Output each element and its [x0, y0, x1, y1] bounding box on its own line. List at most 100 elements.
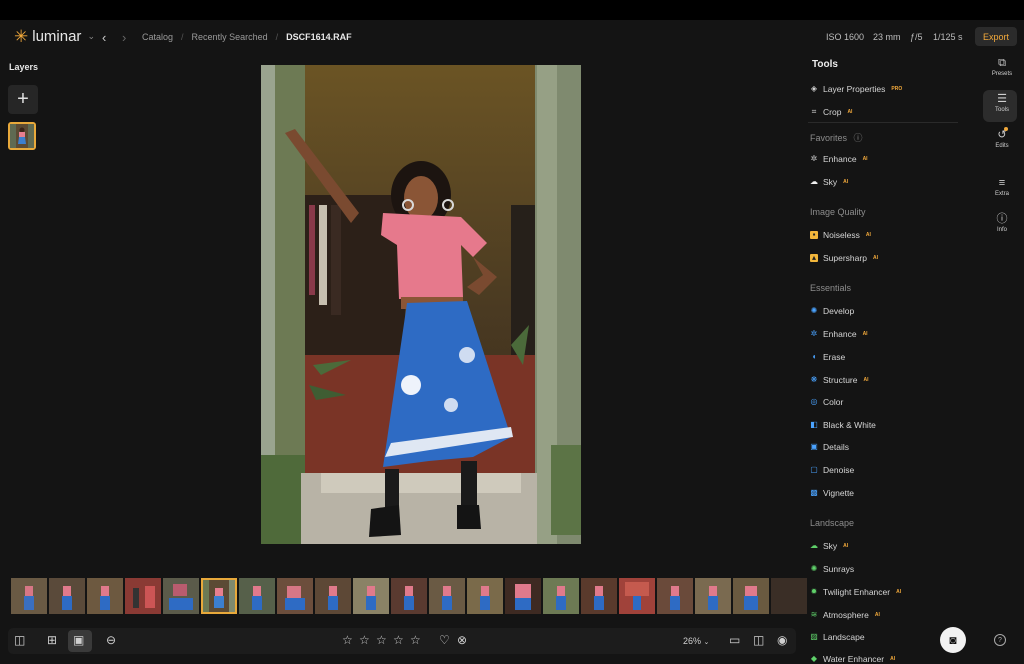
film-thumbnail[interactable]	[657, 578, 693, 614]
rating-star-2-icon[interactable]: ☆	[359, 634, 370, 646]
tool-label: Water Enhancer	[823, 654, 885, 664]
rating-star-3-icon[interactable]: ☆	[376, 634, 387, 646]
tool-develop[interactable]: ✺ Develop	[810, 306, 855, 316]
zoom-select[interactable]: 26% ⌄	[683, 636, 709, 646]
top-black-strip	[0, 0, 1024, 20]
rating-star-1-icon[interactable]: ☆	[342, 634, 353, 646]
ai-badge: AI	[863, 377, 869, 383]
tool-noiseless[interactable]: ▪ Noiseless AI	[810, 230, 871, 240]
film-thumbnail[interactable]	[87, 578, 123, 614]
rail-edits[interactable]: ↺ Edits	[986, 130, 1018, 150]
app-logo[interactable]: ✳ luminar ⌄	[14, 28, 95, 45]
breadcrumb-catalog[interactable]: Catalog	[142, 32, 173, 42]
info-icon[interactable]: ⓘ	[854, 133, 863, 143]
preview-eye-icon[interactable]: ◉	[777, 634, 787, 646]
rail-tools[interactable]: ☰ Tools	[986, 94, 1018, 114]
tool-vignette[interactable]: ▩ Vignette	[810, 488, 854, 498]
filmstrip-toggle-icon[interactable]: ▭	[729, 634, 740, 646]
tool-label: Erase	[823, 352, 846, 362]
pro-badge: PRO	[891, 86, 903, 92]
film-thumbnail[interactable]	[429, 578, 465, 614]
tool-label: Sunrays	[823, 564, 855, 574]
section-favorites: Favorites ⓘ	[810, 131, 863, 144]
layer-thumbnail[interactable]	[8, 122, 36, 150]
film-thumbnail[interactable]	[619, 578, 655, 614]
exif-aperture: ƒ/5	[910, 32, 923, 42]
tool-label: Vignette	[823, 488, 855, 498]
tool-favorites-sky[interactable]: ☁ Sky AI	[810, 177, 848, 187]
exif-focal: 23 mm	[873, 32, 901, 42]
film-thumbnail[interactable]	[49, 578, 85, 614]
reject-icon[interactable]: ⊗	[457, 634, 467, 646]
breadcrumb-recent[interactable]: Recently Searched	[192, 32, 268, 42]
help-button[interactable]: ?	[994, 634, 1006, 646]
rail-info[interactable]: ⓘ Info	[986, 214, 1018, 234]
more-options-icon[interactable]: ⊖	[106, 634, 116, 646]
film-thumbnail[interactable]	[581, 578, 617, 614]
chat-assistant-button[interactable]: ◙	[940, 627, 966, 653]
landscape-icon: ▨	[810, 632, 818, 641]
tool-label: Color	[823, 397, 844, 407]
tool-favorites-enhance[interactable]: ✲ Enhance AI	[810, 154, 868, 164]
tool-essentials-enhance[interactable]: ✲ Enhance AI	[810, 329, 868, 339]
film-thumbnail-selected[interactable]	[201, 578, 237, 614]
film-thumbnail[interactable]	[239, 578, 275, 614]
tool-label: Develop	[823, 306, 855, 316]
single-image-view-icon[interactable]: ▣	[73, 634, 84, 646]
tool-crop[interactable]: ⌗ Crop AI	[810, 107, 853, 117]
layers-icon: ◈	[810, 84, 818, 93]
rail-extra-label: Extra	[994, 191, 1009, 197]
favorite-heart-icon[interactable]: ♡	[439, 634, 450, 646]
tool-structure[interactable]: ❋ Structure AI	[810, 375, 869, 385]
add-layer-button[interactable]: +	[8, 85, 38, 114]
film-thumbnail[interactable]	[771, 578, 807, 614]
section-essentials: Essentials	[810, 283, 852, 293]
compare-icon[interactable]: ◫	[753, 634, 764, 646]
film-thumbnail[interactable]	[353, 578, 389, 614]
section-landscape: Landscape	[810, 518, 855, 528]
tool-black-white[interactable]: ◧ Black & White	[810, 420, 876, 430]
rating-star-4-icon[interactable]: ☆	[393, 634, 404, 646]
back-arrow-icon[interactable]: ‹	[102, 30, 106, 45]
film-thumbnail[interactable]	[163, 578, 199, 614]
atmosphere-icon: ≋	[810, 610, 818, 619]
film-thumbnail[interactable]	[125, 578, 161, 614]
main-photo[interactable]	[261, 65, 581, 544]
tool-denoise[interactable]: ▢ Denoise	[810, 465, 854, 475]
rail-extra[interactable]: ≡ Extra	[986, 178, 1018, 198]
tool-color[interactable]: ◎ Color	[810, 397, 844, 407]
tool-water-enhancer[interactable]: ◆ Water Enhancer AI	[810, 654, 895, 664]
film-thumbnail[interactable]	[543, 578, 579, 614]
tool-atmosphere[interactable]: ≋ Atmosphere AI	[810, 610, 880, 620]
film-thumbnail[interactable]	[277, 578, 313, 614]
film-thumbnail[interactable]	[315, 578, 351, 614]
film-thumbnail[interactable]	[733, 578, 769, 614]
tool-sunrays[interactable]: ✺ Sunrays	[810, 564, 855, 574]
rail-presets-label: Presets	[991, 71, 1013, 77]
tool-landscape-sky[interactable]: ☁ Sky AI	[810, 541, 848, 551]
sidebar-toggle-icon[interactable]: ◫	[14, 634, 25, 646]
rating-star-5-icon[interactable]: ☆	[410, 634, 421, 646]
ai-badge: AI	[865, 232, 871, 238]
film-thumbnail[interactable]	[391, 578, 427, 614]
film-thumbnail[interactable]	[695, 578, 731, 614]
grid-view-icon[interactable]: ⊞	[47, 634, 57, 646]
tool-erase[interactable]: ◖ Erase	[810, 352, 846, 362]
tool-twilight-enhancer[interactable]: ✹ Twilight Enhancer AI	[810, 587, 901, 597]
ai-badge: AI	[843, 543, 849, 549]
forward-arrow-icon[interactable]: ›	[122, 30, 126, 45]
zoom-value: 26%	[683, 636, 702, 646]
film-thumbnail[interactable]	[11, 578, 47, 614]
tool-layer-properties[interactable]: ◈ Layer Properties PRO	[810, 84, 902, 94]
export-button[interactable]: Export	[975, 27, 1017, 46]
logo-text: luminar	[32, 28, 82, 45]
film-thumbnail[interactable]	[467, 578, 503, 614]
tool-label: Structure	[823, 375, 858, 385]
ai-badge: AI	[862, 331, 868, 337]
ai-badge: AI	[862, 156, 868, 162]
tool-supersharp[interactable]: ▴ Supersharp AI	[810, 253, 878, 263]
film-thumbnail[interactable]	[505, 578, 541, 614]
rail-presets[interactable]: ⧉ Presets	[986, 58, 1018, 78]
tool-details[interactable]: ▣ Details	[810, 442, 849, 452]
tool-landscape[interactable]: ▨ Landscape	[810, 632, 864, 642]
